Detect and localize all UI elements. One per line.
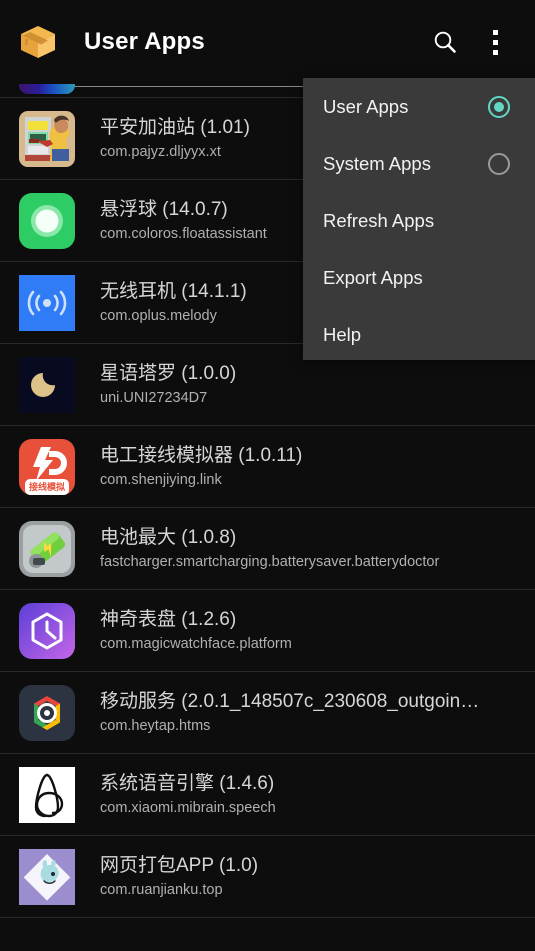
- list-item-text: 神奇表盘 (1.2.6) com.magicwatchface.platform: [100, 608, 535, 654]
- menu-item-export-apps[interactable]: Export Apps: [303, 249, 535, 306]
- table-row[interactable]: 网页打包APP (1.0) com.ruanjianku.top: [0, 836, 535, 918]
- overflow-menu-icon: [492, 29, 498, 55]
- app-name: 移动服务 (2.0.1_148507c_230608_outgoin…: [100, 690, 480, 712]
- table-row[interactable]: 神奇表盘 (1.2.6) com.magicwatchface.platform: [0, 590, 535, 672]
- app-package: com.shenjiying.link: [100, 471, 222, 488]
- search-button[interactable]: [421, 18, 469, 66]
- float-ball-icon: [19, 192, 75, 249]
- app-package: com.heytap.htms: [100, 717, 211, 734]
- menu-item-user-apps[interactable]: User Apps: [303, 78, 535, 135]
- moon-tarot-icon: [19, 356, 75, 413]
- app-name: 系统语音引擎 (1.4.6): [100, 772, 275, 794]
- gradient-app-icon-cutoff: [19, 84, 75, 94]
- menu-item-label: Help: [323, 323, 362, 345]
- list-item-text: 移动服务 (2.0.1_148507c_230608_outgoin… com.…: [100, 690, 535, 736]
- electrician-sim-icon: 接线模拟: [19, 438, 75, 495]
- list-item-text: 星语塔罗 (1.0.0) uni.UNI27234D7: [100, 362, 535, 408]
- page-title: User Apps: [84, 28, 205, 55]
- menu-item-label: User Apps: [323, 95, 409, 117]
- menu-item-refresh-apps[interactable]: Refresh Apps: [303, 192, 535, 249]
- webpack-app-icon: [19, 848, 75, 905]
- app-package: fastcharger.smartcharging.batterysaver.b…: [100, 553, 440, 570]
- wireless-earphone-icon: [19, 274, 75, 331]
- table-row[interactable]: 移动服务 (2.0.1_148507c_230608_outgoin… com.…: [0, 672, 535, 754]
- gas-station-game-icon: [19, 110, 75, 167]
- list-item-text: 系统语音引擎 (1.4.6) com.xiaomi.mibrain.speech: [100, 772, 535, 818]
- radio-selected-icon[interactable]: [488, 95, 510, 118]
- battery-max-icon: [19, 520, 75, 577]
- list-item-text: 电池最大 (1.0.8) fastcharger.smartcharging.b…: [100, 526, 535, 572]
- overflow-dropdown-menu[interactable]: User Apps System Apps Refresh Apps Expor…: [303, 78, 535, 360]
- overflow-menu-button[interactable]: [471, 18, 519, 66]
- list-item-text: 网页打包APP (1.0) com.ruanjianku.top: [100, 854, 535, 900]
- menu-item-system-apps[interactable]: System Apps: [303, 135, 535, 192]
- table-row[interactable]: 系统语音引擎 (1.4.6) com.xiaomi.mibrain.speech: [0, 754, 535, 836]
- magic-watchface-icon: [19, 602, 75, 659]
- heytap-service-icon: [19, 684, 75, 741]
- app-name: 星语塔罗 (1.0.0): [100, 362, 237, 384]
- app-name: 电池最大 (1.0.8): [100, 526, 237, 548]
- app-name: 网页打包APP (1.0): [100, 854, 259, 876]
- menu-item-label: Refresh Apps: [323, 209, 435, 231]
- menu-item-label: System Apps: [323, 152, 431, 174]
- package-box-icon: [17, 21, 59, 63]
- app-package: com.magicwatchface.platform: [100, 635, 292, 652]
- search-icon: [434, 31, 456, 53]
- menu-item-label: Export Apps: [323, 266, 423, 288]
- app-name: 电工接线模拟器 (1.0.11): [100, 444, 303, 466]
- app-package: com.ruanjianku.top: [100, 881, 223, 898]
- app-screen: User Apps 平安加油站 (1.01) com.pajyz.dljyyx.…: [0, 0, 535, 951]
- table-row[interactable]: 接线模拟 电工接线模拟器 (1.0.11) com.shenjiying.lin…: [0, 426, 535, 508]
- app-bar: User Apps: [0, 0, 535, 84]
- app-package: com.xiaomi.mibrain.speech: [100, 799, 276, 816]
- svg-text:接线模拟: 接线模拟: [29, 481, 65, 493]
- xiaomi-speech-icon: [19, 766, 75, 823]
- table-row[interactable]: 电池最大 (1.0.8) fastcharger.smartcharging.b…: [0, 508, 535, 590]
- menu-item-help[interactable]: Help: [303, 306, 535, 363]
- list-item-text: 电工接线模拟器 (1.0.11) com.shenjiying.link: [100, 444, 535, 490]
- app-name: 神奇表盘 (1.2.6): [100, 608, 237, 630]
- radio-unselected-icon[interactable]: [488, 152, 510, 175]
- app-package: uni.UNI27234D7: [100, 389, 208, 406]
